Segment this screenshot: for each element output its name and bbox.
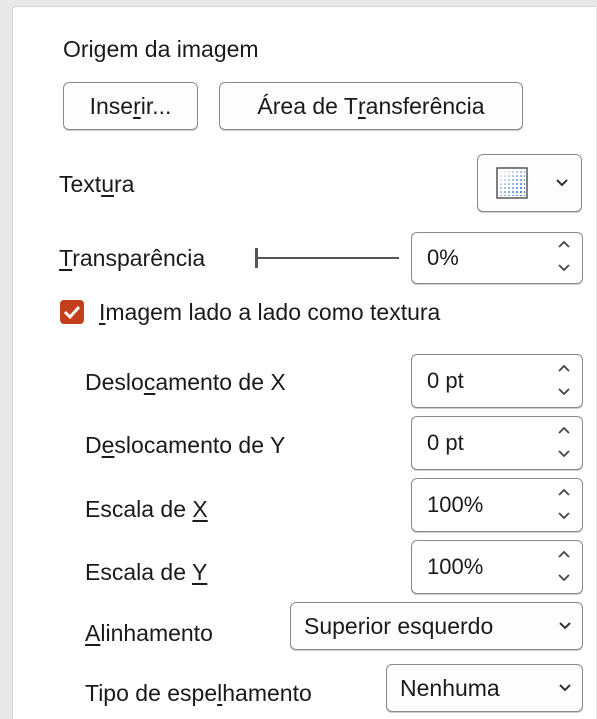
texture-label: Textura — [59, 171, 135, 197]
spin-arrows-icon[interactable] — [556, 549, 572, 583]
mirror-type-dropdown[interactable]: Nenhuma — [386, 664, 583, 712]
chevron-down-icon — [556, 179, 568, 187]
checkmark-icon — [63, 305, 81, 320]
mirror-type-label: Tipo de espelhamento — [85, 680, 312, 706]
alignment-dropdown[interactable]: Superior esquerdo — [290, 602, 583, 650]
spin-arrows-icon[interactable] — [556, 239, 572, 273]
transparency-slider[interactable] — [255, 245, 399, 271]
transparency-value[interactable]: 0% — [427, 233, 459, 283]
chevron-down-icon — [559, 622, 571, 630]
offset-y-value[interactable]: 0 pt — [427, 417, 464, 469]
alignment-value: Superior esquerdo — [304, 612, 494, 639]
slider-track — [255, 257, 399, 259]
texture-swatch-icon — [496, 167, 528, 199]
spin-arrows-icon[interactable] — [556, 425, 572, 459]
alignment-label: Alinhamento — [85, 620, 213, 646]
slider-thumb[interactable] — [255, 248, 258, 268]
scale-x-label: Escala de X — [85, 496, 208, 522]
tile-checkbox[interactable] — [60, 300, 84, 324]
insert-button[interactable]: Inse r ir... — [63, 82, 198, 130]
transparency-spinner[interactable]: 0% — [411, 232, 583, 284]
scale-x-value[interactable]: 100% — [427, 479, 483, 531]
image-source-heading: Origem da imagem — [63, 36, 259, 62]
offset-y-spinner[interactable]: 0 pt — [411, 416, 583, 470]
offset-x-label: Deslocamento de X — [85, 369, 286, 395]
clipboard-button[interactable]: Área de Tr ansferência — [219, 82, 523, 130]
transparency-label: Transparência — [59, 245, 206, 271]
offset-x-spinner[interactable]: 0 pt — [411, 354, 583, 408]
scale-y-value[interactable]: 100% — [427, 541, 483, 593]
chevron-down-icon — [559, 684, 571, 692]
spin-arrows-icon[interactable] — [556, 363, 572, 397]
scale-y-spinner[interactable]: 100% — [411, 540, 583, 594]
spin-arrows-icon[interactable] — [556, 487, 572, 521]
format-picture-panel: Origem da imagem Inse r ir... Área de Tr an… — [12, 6, 596, 719]
mirror-type-value: Nenhuma — [400, 674, 500, 701]
offset-y-label: Deslocamento de Y — [85, 432, 286, 458]
offset-x-value[interactable]: 0 pt — [427, 355, 464, 407]
scale-y-label: Escala de Y — [85, 559, 208, 585]
tile-checkbox-label[interactable]: Imagem lado a lado como textura — [99, 298, 440, 326]
scale-x-spinner[interactable]: 100% — [411, 478, 583, 532]
texture-picker-button[interactable] — [477, 154, 582, 212]
